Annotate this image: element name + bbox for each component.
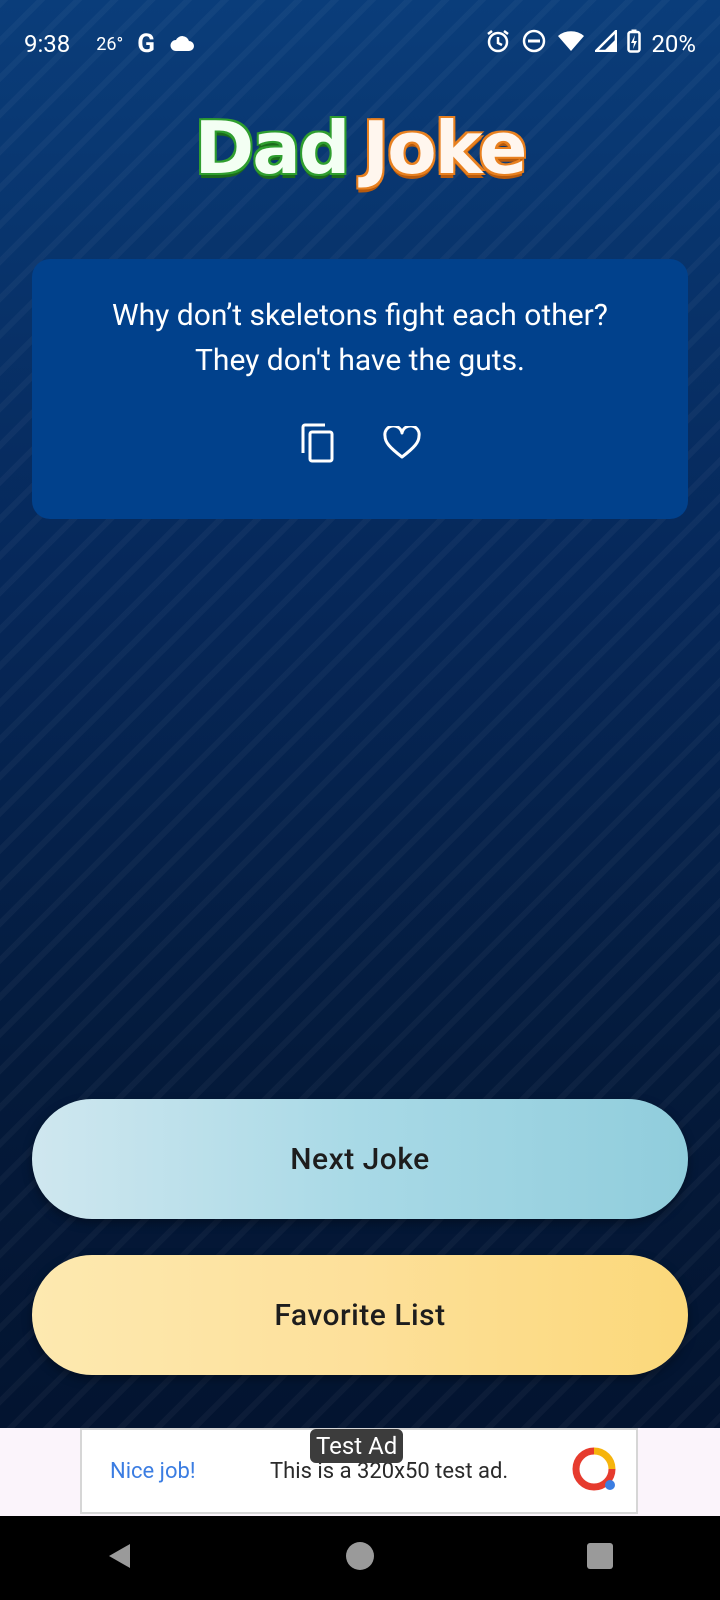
cloud-icon bbox=[169, 30, 195, 58]
favorite-button[interactable] bbox=[383, 424, 421, 465]
joke-punchline: They don't have the guts. bbox=[195, 343, 525, 378]
joke-card: Why don’t skeletons fight each other? Th… bbox=[32, 259, 688, 519]
do-not-disturb-icon bbox=[521, 28, 547, 60]
home-button[interactable] bbox=[330, 1528, 390, 1588]
logo-word-dad: Dad bbox=[194, 106, 351, 190]
joke-setup: Why don’t skeletons fight each other? bbox=[112, 298, 608, 333]
copy-icon bbox=[300, 423, 336, 467]
back-button[interactable] bbox=[90, 1528, 150, 1588]
logo-word-joke: Joke bbox=[362, 106, 527, 190]
favorite-list-label: Favorite List bbox=[274, 1297, 446, 1333]
navigation-bar bbox=[0, 1516, 720, 1600]
joke-actions bbox=[32, 423, 688, 467]
home-icon bbox=[345, 1541, 375, 1575]
next-joke-button[interactable]: Next Joke bbox=[32, 1099, 688, 1219]
back-icon bbox=[105, 1541, 135, 1575]
app-logo: Dad Joke bbox=[0, 106, 720, 190]
ad-logo-icon bbox=[572, 1447, 616, 1495]
recents-icon bbox=[586, 1542, 614, 1574]
battery-percentage: 20% bbox=[651, 30, 696, 58]
google-icon: G bbox=[137, 29, 155, 59]
battery-charging-icon bbox=[627, 29, 642, 59]
status-bar: 9:38 26° G 20% bbox=[0, 0, 720, 88]
favorite-list-button[interactable]: Favorite List bbox=[32, 1255, 688, 1375]
recents-button[interactable] bbox=[570, 1528, 630, 1588]
weather-temperature: 26° bbox=[96, 33, 124, 55]
status-time: 9:38 bbox=[24, 30, 71, 58]
status-left: 9:38 26° G bbox=[24, 29, 195, 59]
next-joke-label: Next Joke bbox=[290, 1141, 430, 1177]
signal-icon bbox=[593, 27, 618, 58]
ad-headline[interactable]: Nice job! bbox=[110, 1459, 270, 1484]
wifi-icon bbox=[557, 30, 585, 58]
test-ad-badge: Test Ad bbox=[310, 1429, 404, 1463]
status-right: 20% bbox=[485, 27, 696, 60]
heart-outline-icon bbox=[383, 424, 421, 464]
copy-button[interactable] bbox=[300, 423, 336, 467]
alarm-icon bbox=[485, 28, 511, 60]
